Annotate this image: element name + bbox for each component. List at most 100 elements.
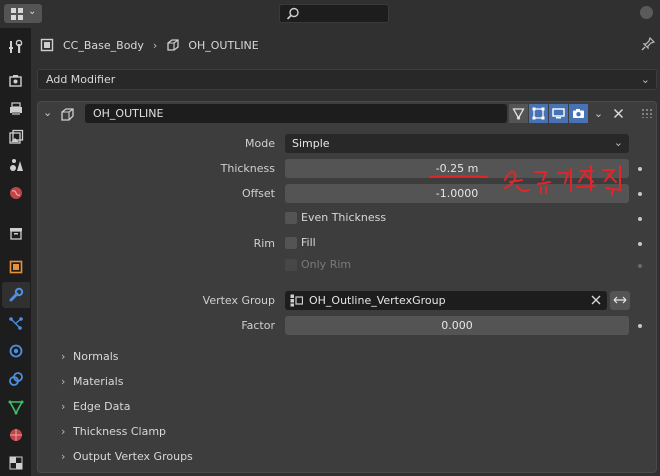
close-icon — [613, 108, 624, 119]
realtime-button[interactable] — [549, 104, 568, 123]
subpanel-label: Edge Data — [73, 400, 131, 413]
wrench-screwdriver-icon — [9, 39, 23, 53]
chevron-down-icon: ⌄ — [613, 136, 623, 149]
subpanel-output-vertex-groups[interactable]: › Output Vertex Groups — [61, 450, 193, 463]
object-tab[interactable] — [2, 254, 30, 280]
object-square-icon — [9, 260, 23, 274]
keyframe-dot[interactable] — [638, 242, 642, 246]
subpanel-normals[interactable]: › Normals — [61, 350, 119, 363]
factor-field[interactable]: 0.000 — [285, 316, 629, 335]
vertex-triangle-icon — [512, 108, 525, 120]
chevron-right-icon: › — [61, 350, 66, 363]
collection-box-icon — [10, 228, 22, 240]
texture-tab[interactable] — [2, 450, 30, 476]
on-cage-button[interactable] — [509, 104, 528, 123]
breadcrumb-object: CC_Base_Body — [63, 38, 144, 52]
printer-icon — [10, 102, 22, 115]
add-modifier-label: Add Modifier — [46, 73, 116, 86]
orbit-circle-icon — [9, 344, 23, 358]
properties-tab-bar — [0, 28, 31, 476]
scene-cone-sphere-icon — [10, 159, 23, 171]
modifier-menu-button[interactable]: ⌄ — [589, 104, 608, 123]
render-tab[interactable] — [2, 68, 30, 94]
invert-arrows-icon — [613, 296, 627, 304]
material-tab[interactable] — [2, 422, 30, 448]
constraints-tab[interactable] — [2, 366, 30, 392]
handwritten-annotation — [429, 165, 622, 196]
globe-icon — [10, 187, 22, 199]
keyframe-dot[interactable] — [638, 217, 642, 221]
keyframe-dot[interactable] — [638, 324, 642, 328]
only-rim-checkbox[interactable] — [285, 259, 297, 271]
rim-fill-checkbox[interactable] — [285, 237, 297, 249]
output-tab[interactable] — [2, 96, 30, 122]
constraint-link-icon — [9, 372, 23, 386]
particles-icon — [9, 317, 23, 330]
chevron-down-icon: ⌄ — [593, 107, 604, 120]
clear-icon[interactable] — [591, 295, 601, 305]
modifier-header: ⌄ OH_OUTLINE ⌄ — [38, 102, 656, 126]
object-square-icon — [40, 38, 54, 52]
remove-modifier-button[interactable] — [609, 104, 628, 123]
add-modifier-dropdown[interactable]: Add Modifier ⌄ — [37, 69, 657, 90]
modifier-name-field[interactable]: OH_OUTLINE — [85, 104, 507, 123]
modifier-name: OH_OUTLINE — [93, 107, 164, 120]
particles-tab[interactable] — [2, 310, 30, 336]
chevron-right-icon: › — [61, 400, 66, 413]
checker-texture-icon — [9, 456, 23, 470]
vertex-group-label: Vertex Group — [202, 294, 275, 307]
material-sphere-icon — [10, 429, 22, 441]
even-thickness-checkbox[interactable] — [285, 212, 297, 224]
factor-value: 0.000 — [441, 319, 473, 332]
rim-label: Rim — [253, 237, 275, 250]
data-tab[interactable] — [2, 394, 30, 420]
search-icon — [286, 7, 299, 20]
monitor-icon — [552, 108, 565, 119]
drag-handle-icon[interactable] — [641, 108, 653, 118]
subpanel-thickness-clamp[interactable]: › Thickness Clamp — [61, 425, 166, 438]
physics-tab[interactable] — [2, 338, 30, 364]
breadcrumb-mesh: OH_OUTLINE — [188, 38, 259, 52]
properties-header: ⌄ — [0, 0, 660, 28]
rim-fill-label: Fill — [301, 236, 316, 249]
search-input[interactable] — [279, 4, 389, 23]
solidify-modifier-panel: ⌄ OH_OUTLINE ⌄ Mode Simple ⌄ Thickness -… — [37, 101, 657, 473]
collection-tab[interactable] — [2, 220, 30, 246]
edit-mode-button[interactable] — [529, 104, 548, 123]
vertex-group-field[interactable]: OH_Outline_VertexGroup — [285, 291, 607, 310]
scene-tab[interactable] — [2, 152, 30, 178]
mesh-triangle-icon — [8, 400, 24, 415]
tool-tab[interactable] — [2, 34, 30, 60]
collapse-chevron-icon[interactable]: ⌄ — [43, 106, 52, 119]
chevron-down-icon: ⌄ — [640, 73, 650, 86]
view-layer-tab[interactable] — [2, 124, 30, 150]
vertex-group-icon — [290, 294, 303, 307]
subpanel-materials[interactable]: › Materials — [61, 375, 123, 388]
chevron-right-icon: › — [61, 450, 66, 463]
options-circle-button[interactable] — [640, 6, 653, 19]
invert-vertex-group-button[interactable] — [610, 291, 630, 310]
modifiers-tab[interactable] — [2, 282, 30, 308]
solidify-modifier-icon — [61, 108, 74, 121]
mode-value: Simple — [292, 137, 330, 150]
camera-icon — [573, 109, 584, 118]
mesh-data-icon — [167, 39, 179, 51]
breadcrumb: CC_Base_Body › OH_OUTLINE — [40, 36, 259, 54]
chevron-right-icon: › — [61, 425, 66, 438]
chevron-down-icon: ⌄ — [28, 6, 37, 17]
pin-icon[interactable] — [641, 37, 655, 51]
subpanel-label: Materials — [73, 375, 124, 388]
editor-type-selector[interactable]: ⌄ — [4, 4, 42, 23]
render-button[interactable] — [569, 104, 588, 123]
mode-dropdown[interactable]: Simple ⌄ — [285, 134, 629, 153]
subpanel-label: Normals — [73, 350, 119, 363]
factor-label: Factor — [241, 319, 275, 332]
edit-mode-square-icon — [532, 107, 545, 120]
camera-back-icon — [9, 75, 22, 87]
keyframe-dot[interactable] — [638, 264, 642, 268]
subpanel-edge-data[interactable]: › Edge Data — [61, 400, 130, 413]
even-thickness-label: Even Thickness — [301, 211, 387, 224]
world-tab[interactable] — [2, 180, 30, 206]
image-stack-icon — [9, 129, 24, 144]
vertex-group-value: OH_Outline_VertexGroup — [309, 294, 446, 307]
